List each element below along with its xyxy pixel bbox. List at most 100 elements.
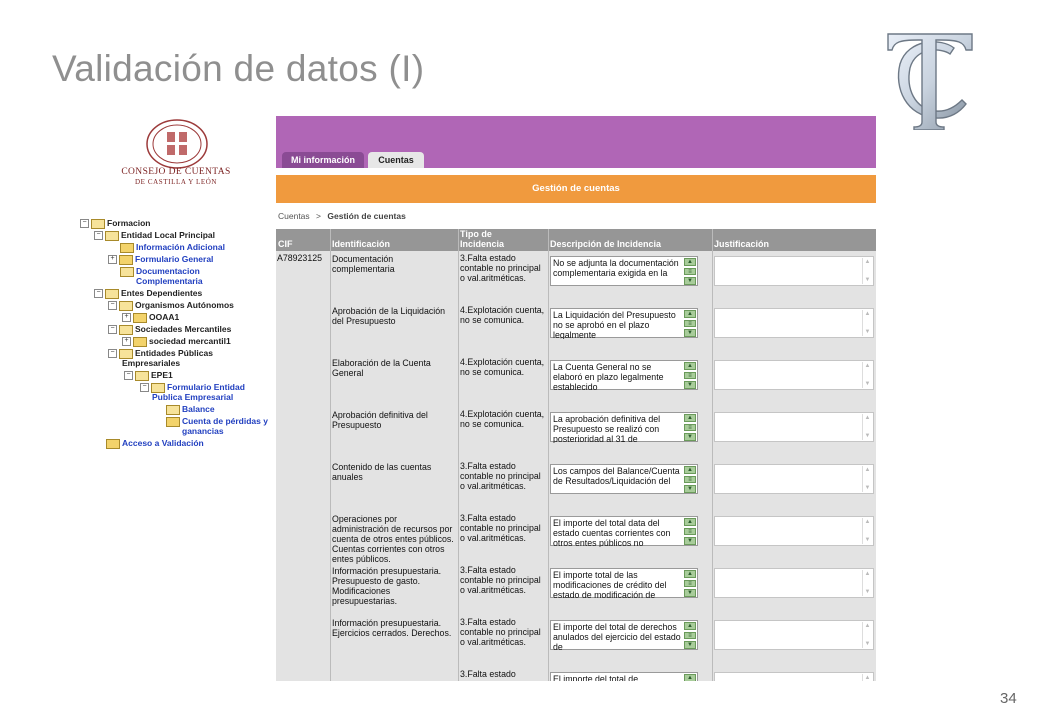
tree-node-acceso-validacion[interactable]: Acceso a Validación bbox=[106, 438, 204, 449]
scroll-up-icon[interactable]: ▲ bbox=[684, 570, 696, 578]
scrollbar[interactable]: ▲▼ bbox=[862, 570, 872, 596]
scroll-thumb-icon[interactable]: ≡ bbox=[684, 372, 696, 379]
collapse-icon[interactable]: − bbox=[124, 371, 133, 380]
scroll-up-icon[interactable]: ▲ bbox=[684, 310, 696, 318]
tree-node-documentacion-line2[interactable]: Complementaria bbox=[136, 276, 203, 286]
tree-node-sociedades[interactable]: − Sociedades Mercantiles bbox=[108, 324, 231, 335]
scroll-thumb-icon[interactable]: ≡ bbox=[684, 528, 696, 535]
scroll-up-icon[interactable]: ▲ bbox=[684, 362, 696, 370]
scrollbar[interactable]: ▲ ≡ ▼ bbox=[684, 518, 696, 545]
scrollbar[interactable]: ▲ ≡ ▼ bbox=[684, 362, 696, 389]
scroll-up-icon[interactable]: ▲ bbox=[864, 415, 871, 421]
scroll-down-icon[interactable]: ▼ bbox=[864, 277, 871, 283]
scroll-up-icon[interactable]: ▲ bbox=[684, 518, 696, 526]
scroll-up-icon[interactable]: ▲ bbox=[684, 258, 696, 266]
tree-node-balance[interactable]: Balance bbox=[166, 404, 215, 415]
scrollbar[interactable]: ▲≡▼ bbox=[684, 414, 696, 441]
scroll-up-icon[interactable]: ▲ bbox=[864, 311, 871, 317]
scroll-thumb-icon[interactable]: ≡ bbox=[684, 476, 696, 483]
scroll-down-icon[interactable]: ▼ bbox=[864, 433, 871, 439]
scrollbar[interactable]: ▲ ≡ ▼ bbox=[684, 570, 696, 597]
justification-textarea[interactable]: ▲▼ bbox=[714, 568, 874, 598]
expand-icon[interactable]: + bbox=[122, 313, 131, 322]
tree-node-entidades-publicas-line2[interactable]: Empresariales bbox=[122, 358, 180, 368]
scrollbar[interactable]: ▲▼ bbox=[862, 622, 872, 648]
expand-icon[interactable]: + bbox=[108, 255, 117, 264]
scroll-down-icon[interactable]: ▼ bbox=[864, 537, 871, 543]
scroll-down-icon[interactable]: ▼ bbox=[684, 537, 696, 545]
scroll-down-icon[interactable]: ▼ bbox=[864, 641, 871, 647]
scroll-up-icon[interactable]: ▲ bbox=[864, 363, 871, 369]
tree-node-organismos[interactable]: − Organismos Autónomos bbox=[108, 300, 234, 311]
scrollbar[interactable]: ▲ ≡ ▼ bbox=[684, 466, 696, 493]
scrollbar[interactable]: ▲▼ bbox=[862, 466, 872, 492]
collapse-icon[interactable]: − bbox=[80, 219, 89, 228]
tree-node-informacion-adicional[interactable]: Información Adicional bbox=[120, 242, 225, 253]
description-textarea[interactable]: El importe del total de derechos anulado… bbox=[550, 620, 698, 651]
tree-node-sociedad1[interactable]: + sociedad mercantil1 bbox=[122, 336, 231, 347]
scroll-thumb-icon[interactable]: ≡ bbox=[684, 320, 696, 327]
justification-textarea[interactable]: ▲▼ bbox=[714, 412, 874, 442]
tree-node-ooaa1[interactable]: + OOAA1 bbox=[122, 312, 179, 323]
tree-node-entes-dependientes[interactable]: − Entes Dependientes bbox=[94, 288, 202, 299]
scroll-down-icon[interactable]: ▼ bbox=[864, 589, 871, 595]
scroll-up-icon[interactable]: ▲ bbox=[864, 623, 871, 629]
justification-textarea[interactable]: ▲▼ bbox=[714, 360, 874, 390]
justification-textarea[interactable]: ▲▼ bbox=[714, 620, 874, 650]
description-textarea[interactable]: No se adjunta la documentación complemen… bbox=[550, 256, 698, 286]
scrollbar[interactable]: ▲ ≡ ▼ bbox=[684, 622, 696, 649]
scroll-thumb-icon[interactable]: ≡ bbox=[684, 580, 696, 587]
expand-icon[interactable]: + bbox=[122, 337, 131, 346]
scroll-up-icon[interactable]: ▲ bbox=[684, 466, 696, 474]
scroll-down-icon[interactable]: ▼ bbox=[684, 485, 696, 493]
description-textarea[interactable]: El importe del total data del estado cue… bbox=[550, 516, 698, 547]
scrollbar[interactable]: ▲ ≡ ▼ bbox=[684, 310, 696, 337]
scrollbar[interactable]: ▲▼ bbox=[862, 310, 872, 336]
justification-textarea[interactable]: ▲▼ bbox=[714, 308, 874, 338]
collapse-icon[interactable]: − bbox=[94, 289, 103, 298]
scroll-down-icon[interactable]: ▼ bbox=[684, 381, 696, 389]
tree-node-formacion[interactable]: − Formacion bbox=[80, 218, 150, 229]
scroll-down-icon[interactable]: ▼ bbox=[864, 381, 871, 387]
scroll-thumb-icon[interactable]: ≡ bbox=[684, 268, 696, 275]
scrollbar[interactable]: ▲≡▼ bbox=[684, 674, 696, 681]
justification-textarea[interactable]: ▲▼ bbox=[714, 672, 874, 681]
justification-textarea[interactable]: ▲▼ bbox=[714, 464, 874, 494]
scroll-down-icon[interactable]: ▼ bbox=[684, 277, 696, 285]
description-textarea[interactable]: La Liquidación del Presupuesto no se apr… bbox=[550, 308, 698, 339]
collapse-icon[interactable]: − bbox=[108, 325, 117, 334]
tab-cuentas[interactable]: Cuentas bbox=[368, 152, 424, 168]
description-textarea[interactable]: La Cuenta General no se elaboró en plazo… bbox=[550, 360, 698, 391]
scrollbar[interactable]: ▲ ≡ ▼ bbox=[684, 258, 696, 285]
scroll-down-icon[interactable]: ▼ bbox=[684, 589, 696, 597]
scrollbar[interactable]: ▲▼ bbox=[862, 674, 872, 681]
collapse-icon[interactable]: − bbox=[108, 349, 117, 358]
scroll-up-icon[interactable]: ▲ bbox=[864, 571, 871, 577]
scroll-down-icon[interactable]: ▼ bbox=[864, 485, 871, 491]
scrollbar[interactable]: ▲▼ bbox=[862, 414, 872, 440]
breadcrumb-root[interactable]: Cuentas bbox=[278, 211, 310, 221]
scroll-down-icon[interactable]: ▼ bbox=[684, 433, 696, 441]
tree-node-cuenta-perdidas-line2[interactable]: ganancias bbox=[182, 426, 224, 436]
scroll-down-icon[interactable]: ▼ bbox=[684, 641, 696, 649]
scrollbar[interactable]: ▲▼ bbox=[862, 258, 872, 284]
scrollbar[interactable]: ▲▼ bbox=[862, 362, 872, 388]
tree-node-formulario-entidad-line2[interactable]: Publica Empresarial bbox=[152, 392, 233, 402]
justification-textarea[interactable]: ▲▼ bbox=[714, 256, 874, 286]
tree-node-entidad-local[interactable]: − Entidad Local Principal bbox=[94, 230, 215, 241]
description-textarea[interactable]: Los campos del Balance/Cuenta de Resulta… bbox=[550, 464, 698, 494]
scroll-up-icon[interactable]: ▲ bbox=[684, 674, 696, 681]
description-textarea[interactable]: El importe total de las modificaciones d… bbox=[550, 568, 698, 599]
scroll-thumb-icon[interactable]: ≡ bbox=[684, 424, 696, 431]
tree-node-epe1[interactable]: − EPE1 bbox=[124, 370, 173, 381]
scroll-up-icon[interactable]: ▲ bbox=[864, 519, 871, 525]
description-textarea[interactable]: El importe del total de ▲≡▼ bbox=[550, 672, 698, 681]
scroll-thumb-icon[interactable]: ≡ bbox=[684, 632, 696, 639]
scroll-up-icon[interactable]: ▲ bbox=[684, 622, 696, 630]
collapse-icon[interactable]: − bbox=[140, 383, 149, 392]
scroll-up-icon[interactable]: ▲ bbox=[864, 259, 871, 265]
scroll-down-icon[interactable]: ▼ bbox=[684, 329, 696, 337]
description-textarea[interactable]: La aprobación definitiva del Presupuesto… bbox=[550, 412, 698, 443]
scroll-up-icon[interactable]: ▲ bbox=[864, 675, 871, 681]
justification-textarea[interactable]: ▲▼ bbox=[714, 516, 874, 546]
